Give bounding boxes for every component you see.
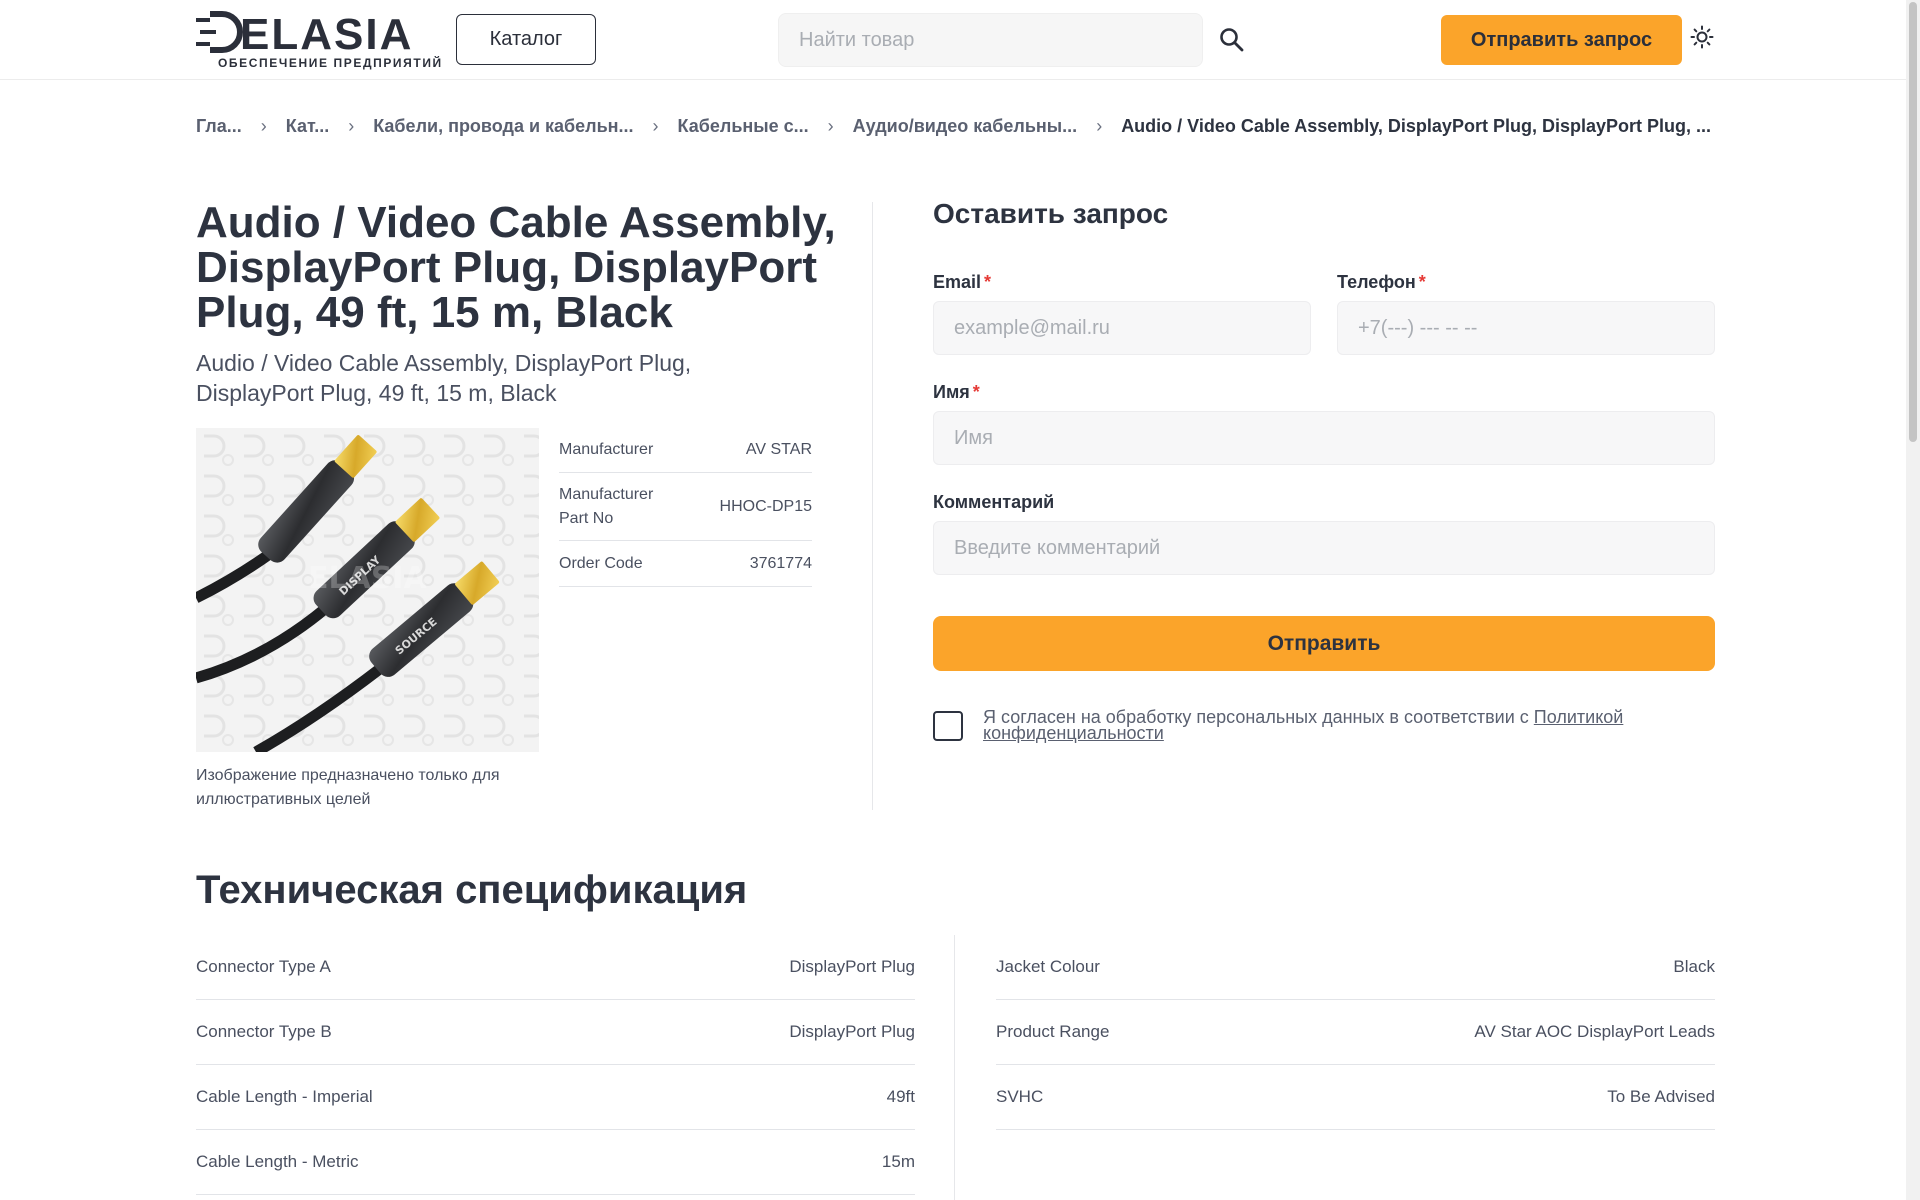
- product-title: Audio / Video Cable Assembly, DisplayPor…: [196, 198, 836, 337]
- chevron-right-icon: ›: [1096, 115, 1103, 136]
- tech-spec-title: Техническая спецификация: [196, 868, 748, 912]
- chevron-right-icon: ›: [652, 115, 659, 136]
- name-label: Имя *: [933, 382, 980, 403]
- submit-button[interactable]: Отправить: [933, 616, 1715, 671]
- breadcrumb: Гла... › Кат... › Кабели, провода и кабе…: [196, 112, 1711, 140]
- spec-value: Black: [1673, 957, 1715, 976]
- comment-label: Комментарий: [933, 492, 1055, 512]
- spec-value: DisplayPort Plug: [789, 1022, 915, 1041]
- spec-label: Jacket Colour: [996, 957, 1100, 976]
- site-header: ELASIA ОБЕСПЕЧЕНИЕ ПРЕДПРИЯТИЙ Каталог О…: [0, 0, 1920, 80]
- image-watermark: ELASIA: [308, 561, 428, 596]
- required-mark: *: [972, 382, 980, 402]
- key-spec-label: Order Code: [559, 554, 643, 572]
- key-specs-table: Manufacturer AV STAR Manufacturer Part N…: [559, 427, 812, 587]
- spec-row: Connector Type B DisplayPort Plug: [196, 1000, 915, 1065]
- spec-value: To Be Advised: [1607, 1087, 1715, 1106]
- key-spec-row: Manufacturer Part No HHOC-DP15: [559, 473, 812, 541]
- section-divider: [872, 202, 873, 810]
- catalog-button[interactable]: Каталог: [456, 14, 596, 65]
- spec-value: 49ft: [886, 1087, 915, 1106]
- breadcrumb-av-cables[interactable]: Аудио/видео кабельны...: [853, 116, 1078, 137]
- tech-spec-left-column: Connector Type A DisplayPort Plug Connec…: [196, 935, 915, 1195]
- tech-spec-divider: [954, 935, 955, 1200]
- key-spec-label: Manufacturer Part No: [559, 485, 654, 527]
- phone-field[interactable]: [1337, 301, 1715, 355]
- breadcrumb-cables[interactable]: Кабели, провода и кабельн...: [373, 116, 633, 137]
- key-spec-value: HHOC-DP15: [719, 497, 812, 515]
- tech-spec-right-column: Jacket Colour Black Product Range AV Sta…: [996, 935, 1715, 1130]
- email-field[interactable]: [933, 301, 1311, 355]
- spec-label: Cable Length - Imperial: [196, 1087, 373, 1106]
- logo-mark-icon: [196, 11, 243, 53]
- spec-label: Connector Type A: [196, 957, 331, 976]
- chevron-right-icon: ›: [827, 115, 834, 136]
- spec-value: DisplayPort Plug: [789, 957, 915, 976]
- consent-checkbox[interactable]: [933, 711, 963, 741]
- breadcrumb-home[interactable]: Гла...: [196, 116, 242, 137]
- spec-row: Jacket Colour Black: [996, 935, 1715, 1000]
- breadcrumb-current: Audio / Video Cable Assembly, DisplayPor…: [1121, 115, 1711, 136]
- spec-value: AV Star AOC DisplayPort Leads: [1474, 1022, 1715, 1041]
- breadcrumb-cable-assemblies[interactable]: Кабельные с...: [678, 116, 809, 137]
- scrollbar-thumb[interactable]: [1909, 2, 1917, 442]
- key-spec-value: AV STAR: [745, 440, 812, 458]
- chevron-right-icon: ›: [348, 115, 355, 136]
- email-label-text: Email: [933, 272, 982, 292]
- search-icon[interactable]: [1218, 26, 1246, 54]
- spec-label: Product Range: [996, 1022, 1110, 1041]
- spec-label: Cable Length - Metric: [196, 1152, 359, 1171]
- image-caption: Изображение предназначено только для илл…: [196, 767, 500, 808]
- logo-name: ELASIA: [240, 10, 414, 59]
- key-spec-row: Order Code 3761774: [559, 541, 812, 587]
- spec-row: Connector Type A DisplayPort Plug: [196, 935, 915, 1000]
- spec-label: SVHC: [996, 1087, 1044, 1106]
- product-subtitle: Audio / Video Cable Assembly, DisplayPor…: [196, 350, 692, 406]
- search-input[interactable]: [778, 13, 1203, 67]
- name-label-text: Имя: [933, 382, 970, 402]
- chevron-right-icon: ›: [260, 115, 267, 136]
- product-photo: DISPLAY SOURCE ELASIA: [196, 428, 539, 752]
- spec-row: Product Range AV Star AOC DisplayPort Le…: [996, 1000, 1715, 1065]
- send-request-button[interactable]: Отправить запрос: [1441, 15, 1682, 65]
- spec-label: Connector Type B: [196, 1022, 332, 1041]
- phone-label: Телефон *: [1337, 272, 1426, 293]
- email-label: Email *: [933, 272, 991, 293]
- form-title: Оставить запрос: [933, 198, 1169, 229]
- spec-row: Cable Length - Imperial 49ft: [196, 1065, 915, 1130]
- page-scrollbar[interactable]: [1906, 0, 1920, 1200]
- key-spec-value: 3761774: [749, 554, 812, 572]
- name-field[interactable]: [933, 411, 1715, 465]
- required-mark: *: [984, 272, 992, 292]
- required-mark: *: [1418, 272, 1426, 292]
- logo-tagline: ОБЕСПЕЧЕНИЕ ПРЕДПРИЯТИЙ: [218, 56, 443, 70]
- key-spec-label: Manufacturer: [559, 440, 654, 458]
- spec-row: SVHC To Be Advised: [996, 1065, 1715, 1130]
- product-image: DISPLAY SOURCE ELASIA: [196, 428, 539, 752]
- consent-text: Я согласен на обработку персональных дан…: [983, 708, 1713, 742]
- sun-icon[interactable]: [1690, 25, 1714, 49]
- comment-field[interactable]: [933, 521, 1715, 575]
- spec-value: 15m: [881, 1152, 915, 1171]
- phone-label-text: Телефон: [1337, 272, 1416, 292]
- spec-row: Cable Length - Metric 15m: [196, 1130, 915, 1195]
- logo[interactable]: ELASIA ОБЕСПЕЧЕНИЕ ПРЕДПРИЯТИЙ: [196, 10, 441, 72]
- breadcrumb-catalog[interactable]: Кат...: [286, 116, 329, 137]
- key-spec-row: Manufacturer AV STAR: [559, 427, 812, 473]
